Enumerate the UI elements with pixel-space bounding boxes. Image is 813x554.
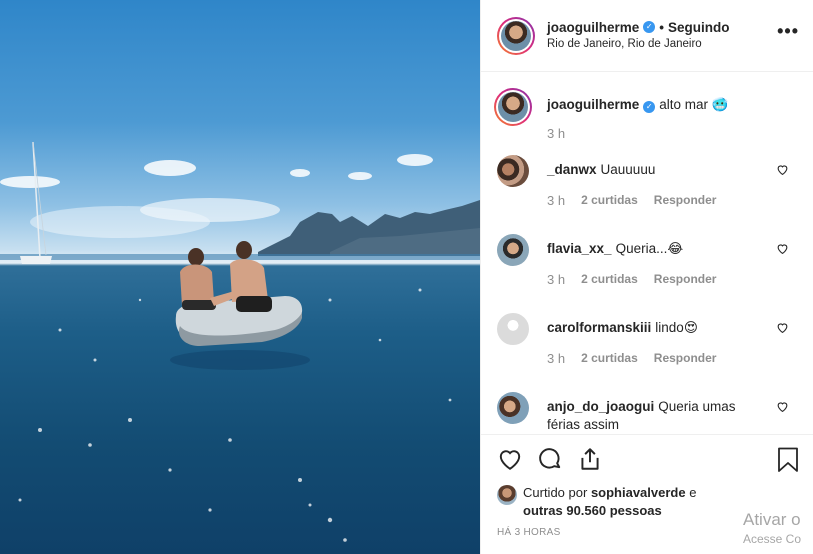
liker-avatar[interactable] xyxy=(497,485,517,505)
sea-scene-illustration xyxy=(0,141,480,542)
reply-button[interactable]: Responder xyxy=(654,272,717,287)
verified-icon: ✓ xyxy=(643,21,656,33)
heart-icon[interactable] xyxy=(497,446,523,472)
comment-username[interactable]: flavia_xx_ xyxy=(547,241,612,256)
watermark-line2: Acesse Co xyxy=(743,532,802,546)
post-location[interactable]: Rio de Janeiro, Rio de Janeiro xyxy=(547,36,730,53)
follow-separator: • xyxy=(659,19,664,35)
more-icon[interactable]: ••• xyxy=(777,22,799,40)
author-avatar[interactable] xyxy=(497,16,535,55)
default-avatar[interactable] xyxy=(497,313,529,345)
comment-likes[interactable]: 2 curtidas xyxy=(581,193,638,208)
comment-likes[interactable]: 2 curtidas xyxy=(581,272,638,287)
caption-text: alto mar 🥶 xyxy=(659,97,729,112)
liked-by-and: e xyxy=(689,485,697,500)
post-photo[interactable] xyxy=(0,0,480,554)
like-comment-heart-icon[interactable] xyxy=(776,400,789,413)
caption-username[interactable]: joaoguilherme xyxy=(547,97,639,112)
author-username[interactable]: joaoguilherme xyxy=(547,19,639,36)
reply-button[interactable]: Responder xyxy=(654,351,717,366)
comment-username[interactable]: _danwx xyxy=(547,162,597,177)
comment-likes[interactable]: 2 curtidas xyxy=(581,351,638,366)
comment-item: anjo_do_joaogui Queria umas férias assim xyxy=(497,392,797,434)
comments-list[interactable]: joaoguilherme ✓ alto mar 🥶 3 h _danwx Uauuu… xyxy=(481,72,813,434)
caption-time[interactable]: 3 h xyxy=(547,126,565,141)
caption: joaoguilherme ✓ alto mar 🥶 3 h xyxy=(494,88,797,141)
watermark-line1: Ativar o xyxy=(743,510,801,529)
comment-icon[interactable] xyxy=(537,446,563,472)
comment-text: Uauuuuu xyxy=(600,162,656,177)
likes-count[interactable]: outras 90.560 pessoas xyxy=(523,503,662,518)
post-header: joaoguilherme ✓ • Seguindo Rio de Janeir… xyxy=(481,0,813,72)
follow-status-button[interactable]: Seguindo xyxy=(668,19,730,36)
activation-watermark: Ativar o Acesse Co xyxy=(743,510,813,546)
liked-by-prefix: Curtido por xyxy=(523,485,588,500)
share-icon[interactable] xyxy=(577,446,603,472)
comment-username[interactable]: carolformanskiii xyxy=(547,320,651,335)
reply-button[interactable]: Responder xyxy=(654,193,717,208)
commenter-avatar[interactable] xyxy=(497,392,529,424)
commenter-avatar[interactable] xyxy=(497,155,529,187)
comment-text: lindo😍 xyxy=(655,320,698,335)
caption-avatar[interactable] xyxy=(494,88,532,126)
verified-icon: ✓ xyxy=(643,101,656,113)
post-sidebar: joaoguilherme ✓ • Seguindo Rio de Janeir… xyxy=(480,0,813,554)
commenter-avatar[interactable] xyxy=(497,234,529,266)
like-comment-heart-icon[interactable] xyxy=(776,242,789,255)
comment-item: carolformanskiii lindo😍 3 h 2 curtidas Re… xyxy=(497,313,797,366)
comment-time[interactable]: 3 h xyxy=(547,272,565,287)
comment-time[interactable]: 3 h xyxy=(547,351,565,366)
post-actions: Curtido por sophiavalverde e outras 90.5… xyxy=(481,434,813,554)
comment-text: Queria...😂 xyxy=(615,241,684,256)
like-comment-heart-icon[interactable] xyxy=(776,163,789,176)
comment-time[interactable]: 3 h xyxy=(547,193,565,208)
like-comment-heart-icon[interactable] xyxy=(776,321,789,334)
comment-username[interactable]: anjo_do_joaogui xyxy=(547,399,654,414)
comment-item: _danwx Uauuuuu 3 h 2 curtidas Responder xyxy=(497,155,797,208)
bookmark-icon[interactable] xyxy=(777,447,799,473)
liker-username[interactable]: sophiavalverde xyxy=(591,485,686,500)
comment-item: flavia_xx_ Queria...😂 3 h 2 curtidas Resp… xyxy=(497,234,797,287)
